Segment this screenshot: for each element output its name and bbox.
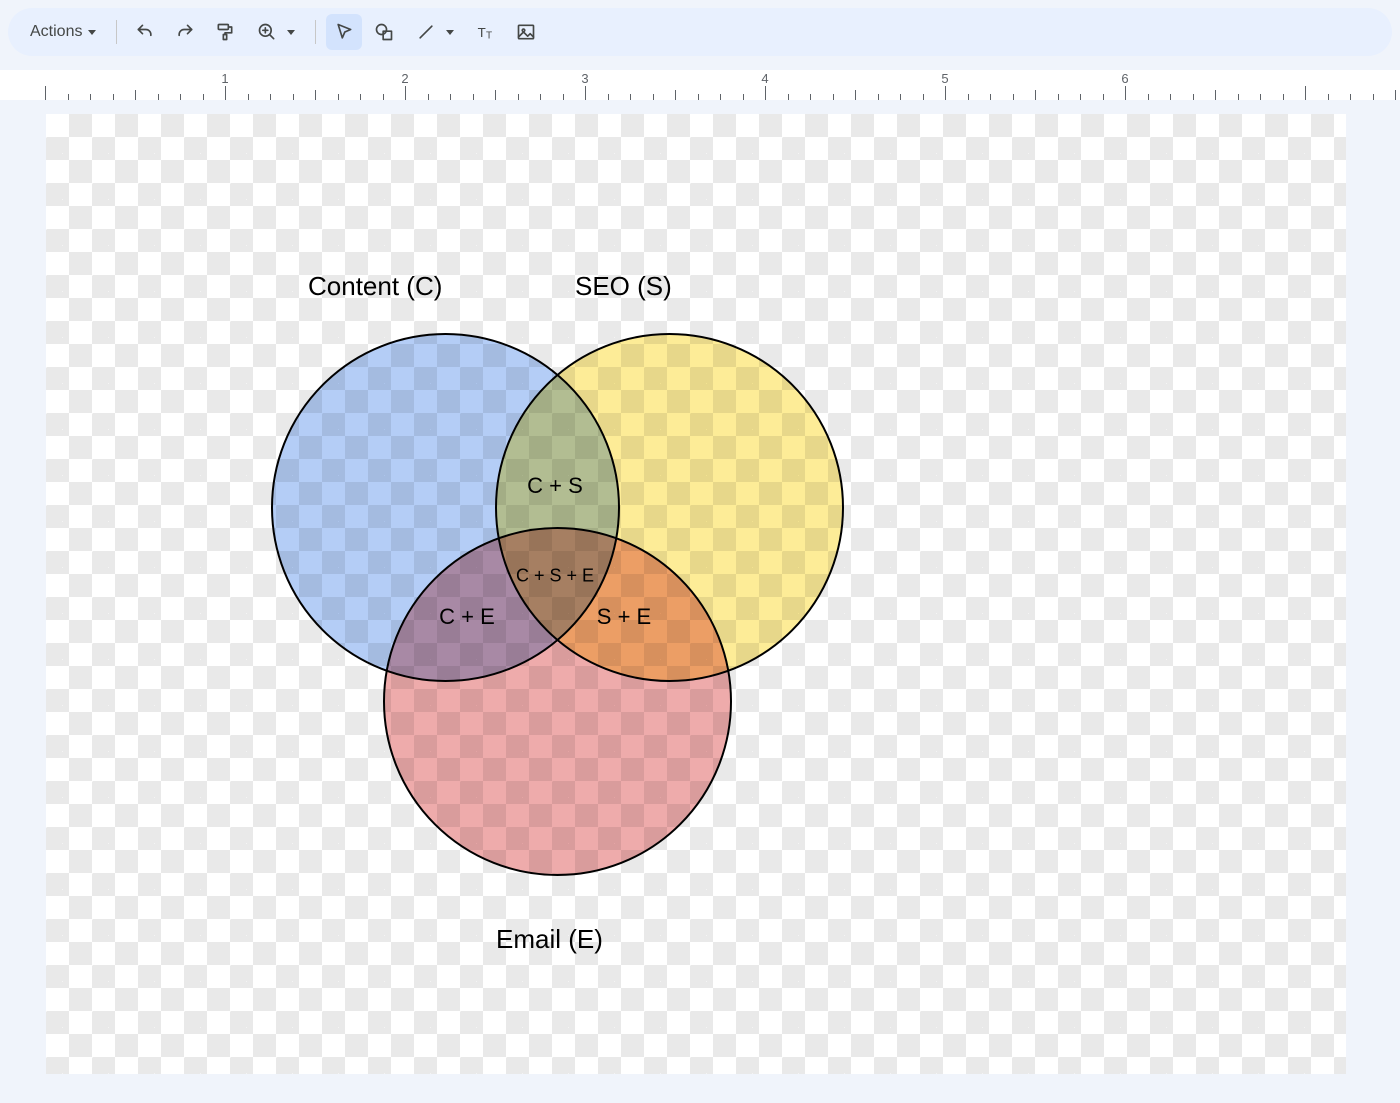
select-tool-button[interactable] [326, 14, 362, 50]
undo-icon [135, 22, 155, 42]
textbox-icon: T T [476, 22, 496, 42]
ruler-tick-minor [675, 90, 676, 100]
toolbar-separator [315, 20, 316, 44]
toolbar: Actions T T [8, 8, 1392, 56]
toolbar-separator [116, 20, 117, 44]
ruler-tick-minor [315, 90, 316, 100]
canvas-viewport: Content (C) SEO (S) Email (E) C + S C + … [0, 100, 1400, 1103]
svg-text:T: T [478, 25, 486, 40]
textbox-tool-button[interactable]: T T [468, 14, 504, 50]
ruler-tick-minor [855, 90, 856, 100]
venn-intersection-cse[interactable]: C + S + E [516, 566, 594, 587]
venn-label-email[interactable]: Email (E) [496, 924, 603, 955]
ruler-tick-major [1125, 86, 1126, 100]
paint-format-button[interactable] [207, 14, 243, 50]
venn-label-content[interactable]: Content (C) [308, 271, 442, 302]
shape-tool-button[interactable] [366, 14, 402, 50]
image-tool-button[interactable] [508, 14, 544, 50]
line-icon [416, 22, 436, 42]
chevron-down-icon [287, 30, 295, 35]
horizontal-ruler: 1 2 3 4 5 6 [0, 70, 1400, 101]
ruler-tick-major [405, 86, 406, 100]
ruler-tick-major [45, 86, 46, 100]
ruler-tick-minor [1395, 90, 1396, 100]
ruler-tick-minor [1035, 90, 1036, 100]
redo-button[interactable] [167, 14, 203, 50]
actions-menu-button[interactable]: Actions [20, 14, 106, 50]
drawing-canvas[interactable]: Content (C) SEO (S) Email (E) C + S C + … [46, 114, 1346, 1074]
venn-label-seo[interactable]: SEO (S) [575, 271, 672, 302]
chevron-down-icon [88, 30, 96, 35]
redo-icon [175, 22, 195, 42]
venn-intersection-cs[interactable]: C + S [527, 473, 583, 499]
ruler-tick-label: 1 [221, 71, 228, 86]
ruler-tick-minor [495, 90, 496, 100]
actions-menu-label: Actions [30, 23, 82, 41]
ruler-tick-label: 4 [761, 71, 768, 86]
venn-intersection-ce[interactable]: C + E [439, 604, 495, 630]
ruler-tick-major [945, 86, 946, 100]
zoom-menu-button[interactable] [247, 14, 305, 50]
zoom-icon [257, 22, 277, 42]
line-tool-button[interactable] [406, 14, 464, 50]
ruler-tick-label: 5 [941, 71, 948, 86]
image-icon [516, 22, 536, 42]
ruler-tick-label: 3 [581, 71, 588, 86]
undo-button[interactable] [127, 14, 163, 50]
venn-intersection-se[interactable]: S + E [597, 604, 651, 630]
chevron-down-icon [446, 30, 454, 35]
shape-icon [374, 22, 394, 42]
cursor-icon [334, 22, 354, 42]
ruler-tick-major [1305, 86, 1306, 100]
ruler-tick-major [765, 86, 766, 100]
svg-text:T: T [486, 31, 492, 42]
ruler-tick-minor [135, 90, 136, 100]
ruler-tick-label: 2 [401, 71, 408, 86]
ruler-tick-major [225, 86, 226, 100]
ruler-tick-label: 6 [1121, 71, 1128, 86]
ruler-tick-minor [1215, 90, 1216, 100]
paint-roller-icon [215, 22, 235, 42]
ruler-tick-major [585, 86, 586, 100]
